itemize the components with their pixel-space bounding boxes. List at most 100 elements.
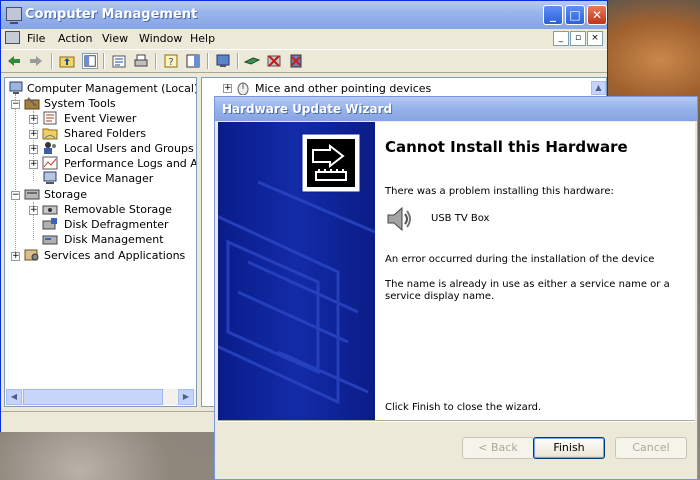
tree-item-event-viewer[interactable]: Event Viewer xyxy=(42,111,194,126)
wizard-side-banner xyxy=(218,122,375,420)
computer-icon xyxy=(9,81,23,94)
tree-label: System Tools xyxy=(44,97,116,110)
tree-item-disk-management[interactable]: Disk Management xyxy=(42,232,194,247)
tools-icon xyxy=(24,97,40,110)
console-tree: Computer Management (Local) − System Too… xyxy=(4,77,197,407)
mdi-minimize-button[interactable]: _ xyxy=(553,31,569,46)
storage-icon xyxy=(24,189,40,200)
expand-services-and-applications-toggle[interactable]: + xyxy=(11,252,20,261)
services-icon xyxy=(24,249,39,261)
tree-connector xyxy=(15,94,16,258)
toolbar-separator xyxy=(207,53,209,69)
users-icon xyxy=(44,142,56,154)
properties-icon[interactable] xyxy=(111,53,127,69)
tree-item-storage[interactable]: Storage xyxy=(24,187,194,202)
expand-mice-toggle[interactable]: + xyxy=(223,84,232,93)
menu-action[interactable]: Action xyxy=(58,32,92,45)
tree-item-computer-management[interactable]: Computer Management (Local) xyxy=(8,81,196,96)
expand-event-viewer-toggle[interactable]: + xyxy=(29,115,38,124)
wizard-heading: Cannot Install this Hardware xyxy=(385,138,628,156)
expand-local-users-toggle[interactable]: + xyxy=(29,145,38,154)
title-bar[interactable]: Computer Management _ □ ✕ xyxy=(1,1,607,29)
tree-item-device-manager[interactable]: Device Manager xyxy=(42,171,194,186)
back-button[interactable]: < Back xyxy=(462,437,534,459)
mouse-icon xyxy=(237,82,249,95)
problem-text: There was a problem installing this hard… xyxy=(385,186,614,197)
up-one-level-icon[interactable] xyxy=(59,53,75,69)
menu-view[interactable]: View xyxy=(102,32,128,45)
mdi-close-button[interactable]: × xyxy=(587,31,603,46)
tree-label: Shared Folders xyxy=(64,127,146,140)
scan-hardware-icon[interactable] xyxy=(215,53,231,69)
tree-item-shared-folders[interactable]: Shared Folders xyxy=(42,126,194,141)
disk-management-icon xyxy=(42,235,58,245)
update-driver-icon[interactable] xyxy=(244,53,260,69)
disable-device-icon[interactable] xyxy=(266,53,282,69)
scroll-left-button[interactable]: ◀ xyxy=(6,389,22,405)
system-menu-icon[interactable] xyxy=(5,31,20,44)
tree-label: Disk Defragmenter xyxy=(64,218,169,231)
finish-hint-text: Click Finish to close the wizard. xyxy=(385,402,542,413)
tree-item-disk-defragmenter[interactable]: Disk Defragmenter xyxy=(42,217,194,232)
tree-horizontal-scrollbar[interactable]: ◀ ▶ xyxy=(6,389,196,405)
wizard-title-bar[interactable]: Hardware Update Wizard xyxy=(215,97,697,121)
list-item-mice-and-pointing-devices[interactable]: Mice and other pointing devices xyxy=(235,81,585,96)
error-detail-text: The name is already in use as either a s… xyxy=(385,279,670,302)
toolbar: ? xyxy=(1,49,607,73)
scroll-right-button[interactable]: ▶ xyxy=(178,389,194,405)
mdi-restore-button[interactable]: ▫ xyxy=(570,31,586,46)
expand-performance-logs-toggle[interactable]: + xyxy=(29,160,38,169)
tree-item-removable-storage[interactable]: Removable Storage xyxy=(42,202,194,217)
show-hide-console-tree-icon[interactable] xyxy=(82,53,98,69)
disk-defragmenter-icon xyxy=(42,218,57,230)
tree-label: Performance Logs and Alerts xyxy=(64,157,196,170)
finish-button[interactable]: Finish xyxy=(533,437,605,459)
tree-label: Services and Applications xyxy=(44,249,186,262)
minimize-button[interactable]: _ xyxy=(543,5,563,25)
tree-label: Disk Management xyxy=(64,233,164,246)
tree-item-local-users-and-groups[interactable]: Local Users and Groups xyxy=(42,141,194,156)
window-title: Computer Management xyxy=(25,7,198,22)
tree-label: Computer Management (Local) xyxy=(27,82,197,95)
tree-label: Device Manager xyxy=(64,172,154,185)
scrollbar-thumb[interactable] xyxy=(23,389,163,405)
wizard-content: Cannot Install this Hardware There was a… xyxy=(375,122,695,420)
event-viewer-icon xyxy=(43,111,57,125)
tree-label: Storage xyxy=(44,188,88,201)
expand-shared-folders-toggle[interactable]: + xyxy=(29,130,38,139)
cancel-button[interactable]: Cancel xyxy=(615,437,687,459)
forward-arrow-icon[interactable] xyxy=(28,53,44,69)
collapse-system-tools-toggle[interactable]: − xyxy=(11,100,20,109)
menu-help[interactable]: Help xyxy=(190,32,215,45)
speaker-icon xyxy=(387,206,411,232)
mdi-controls: _ ▫ × xyxy=(552,31,603,47)
list-item-label: Mice and other pointing devices xyxy=(255,82,432,95)
hardware-update-wizard-dialog: Hardware Update Wizard Cannot Install th… xyxy=(214,96,698,480)
collapse-storage-toggle[interactable]: − xyxy=(11,191,20,200)
tree-item-services-and-applications[interactable]: Services and Applications xyxy=(24,248,194,263)
close-button[interactable]: ✕ xyxy=(587,5,607,25)
expand-removable-storage-toggle[interactable]: + xyxy=(29,206,38,215)
tree-item-system-tools[interactable]: System Tools xyxy=(24,96,194,111)
menu-bar: File Action View Window Help _ ▫ × xyxy=(1,29,607,49)
uninstall-device-icon[interactable] xyxy=(288,53,304,69)
toolbar-separator xyxy=(51,53,53,69)
print-icon[interactable] xyxy=(133,53,149,69)
removable-storage-icon xyxy=(42,205,58,215)
show-hide-action-pane-icon[interactable] xyxy=(185,53,201,69)
tree-label: Local Users and Groups xyxy=(64,142,194,155)
device-manager-icon xyxy=(43,171,57,184)
computer-management-icon xyxy=(6,7,22,24)
scroll-up-button[interactable]: ▲ xyxy=(591,81,606,95)
tree-item-performance-logs-and-alerts[interactable]: Performance Logs and Alerts xyxy=(42,156,196,171)
toolbar-separator xyxy=(237,53,239,69)
tree-label: Removable Storage xyxy=(64,203,172,216)
wizard-title: Hardware Update Wizard xyxy=(222,102,393,116)
device-name: USB TV Box xyxy=(431,213,490,224)
menu-file[interactable]: File xyxy=(27,32,45,45)
toolbar-separator xyxy=(155,53,157,69)
back-arrow-icon[interactable] xyxy=(6,53,22,69)
menu-window[interactable]: Window xyxy=(139,32,182,45)
maximize-button[interactable]: □ xyxy=(565,5,585,25)
help-icon[interactable]: ? xyxy=(163,53,179,69)
